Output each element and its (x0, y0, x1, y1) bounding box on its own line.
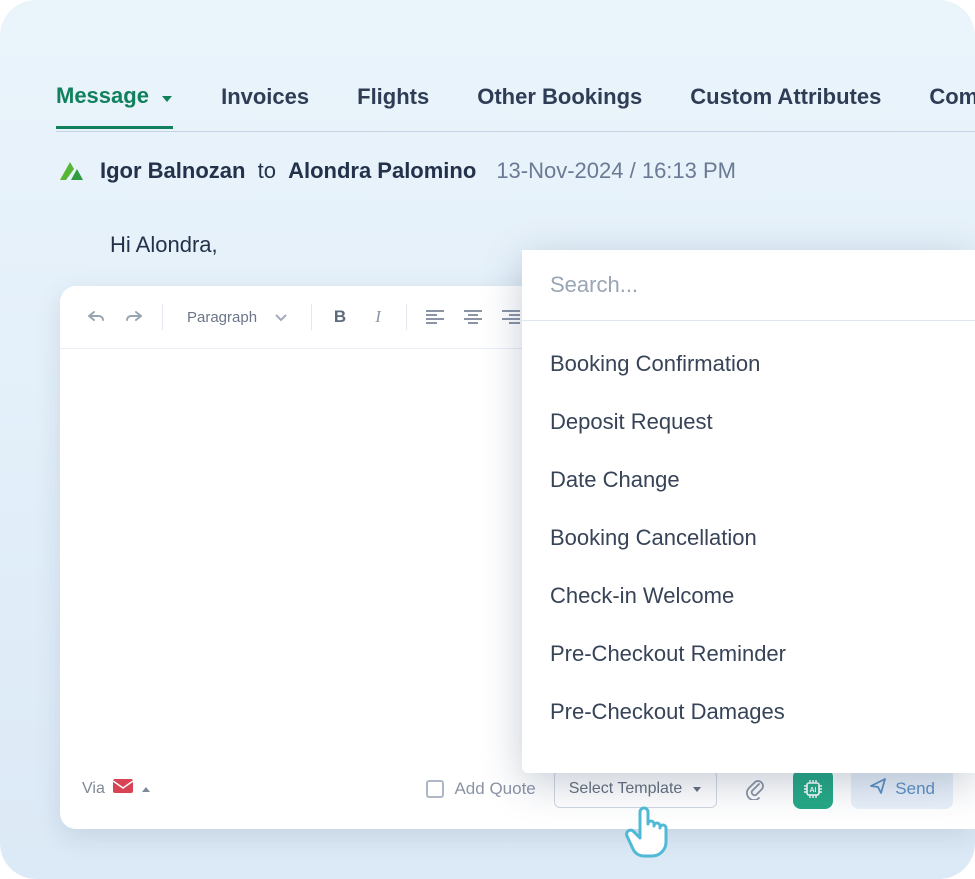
svg-text:AI: AI (810, 787, 817, 794)
tab-label: Invoices (221, 84, 309, 109)
select-template-button[interactable]: Select Template (554, 770, 718, 808)
redo-button[interactable] (120, 303, 148, 331)
align-right-button[interactable] (497, 303, 525, 331)
caret-down-icon (692, 780, 702, 798)
message-timestamp: 13-Nov-2024 / 16:13 PM (496, 158, 736, 184)
chevron-down-icon (275, 309, 287, 326)
align-left-button[interactable] (421, 303, 449, 331)
send-button[interactable]: Send (851, 768, 953, 809)
align-center-button[interactable] (459, 303, 487, 331)
tab-label: Message (56, 83, 149, 108)
ai-chip-icon: AI (802, 778, 824, 800)
ai-assist-button[interactable]: AI (793, 769, 833, 809)
tab-invoices[interactable]: Invoices (221, 84, 309, 128)
template-item-pre-checkout-damages[interactable]: Pre-Checkout Damages (522, 683, 975, 741)
paperclip-icon (745, 778, 765, 800)
email-icon (113, 779, 133, 798)
toolbar-separator (406, 304, 407, 330)
message-header: Igor Balnozan to Alondra Palomino 13-Nov… (56, 156, 955, 186)
select-template-label: Select Template (569, 780, 683, 798)
tab-comm[interactable]: Comm (929, 84, 975, 128)
template-list: Booking Confirmation Deposit Request Dat… (522, 321, 975, 755)
sender-name: Igor Balnozan (100, 158, 245, 183)
send-icon (869, 777, 887, 800)
tab-label: Custom Attributes (690, 84, 881, 109)
tab-message[interactable]: Message (56, 83, 173, 128)
toolbar-separator (162, 304, 163, 330)
template-dropdown: Booking Confirmation Deposit Request Dat… (522, 250, 975, 773)
send-label: Send (895, 779, 935, 799)
tab-custom-attributes[interactable]: Custom Attributes (690, 84, 881, 128)
via-label: Via (82, 780, 105, 798)
template-item-booking-confirmation[interactable]: Booking Confirmation (522, 335, 975, 393)
bold-button[interactable]: B (326, 303, 354, 331)
attach-button[interactable] (735, 769, 775, 809)
recipient-name: Alondra Palomino (288, 158, 476, 183)
template-search-input[interactable] (522, 250, 975, 321)
caret-up-icon (141, 780, 151, 798)
to-word: to (258, 158, 276, 183)
undo-button[interactable] (82, 303, 110, 331)
italic-button[interactable]: I (364, 303, 392, 331)
tab-flights[interactable]: Flights (357, 84, 429, 128)
caret-down-icon (161, 84, 173, 110)
via-channel-select[interactable]: Via (82, 779, 151, 798)
template-item-date-change[interactable]: Date Change (522, 451, 975, 509)
template-item-pre-checkout-reminder[interactable]: Pre-Checkout Reminder (522, 625, 975, 683)
template-item-deposit-request[interactable]: Deposit Request (522, 393, 975, 451)
paragraph-style-label: Paragraph (187, 309, 257, 326)
brand-icon (56, 156, 86, 186)
add-quote-toggle[interactable]: Add Quote (426, 779, 535, 799)
toolbar-separator (311, 304, 312, 330)
checkbox-icon (426, 780, 444, 798)
tab-label: Flights (357, 84, 429, 109)
tab-other-bookings[interactable]: Other Bookings (477, 84, 642, 128)
template-item-checkin-welcome[interactable]: Check-in Welcome (522, 567, 975, 625)
paragraph-style-select[interactable]: Paragraph (177, 302, 297, 332)
template-item-booking-cancellation[interactable]: Booking Cancellation (522, 509, 975, 567)
tab-label: Comm (929, 84, 975, 109)
tab-label: Other Bookings (477, 84, 642, 109)
add-quote-label: Add Quote (454, 779, 535, 799)
tabs-bar: Message Invoices Flights Other Bookings … (56, 80, 975, 132)
